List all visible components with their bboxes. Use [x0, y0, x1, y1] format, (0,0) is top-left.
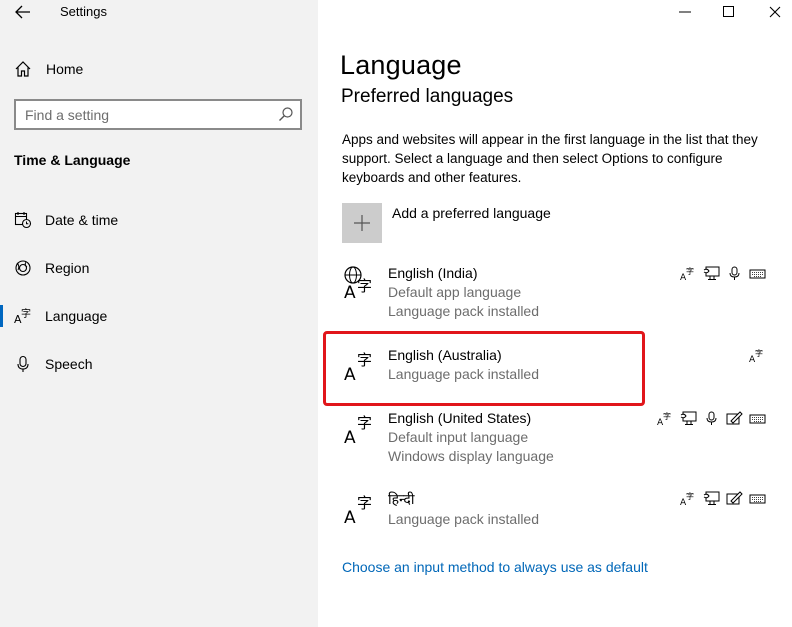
- svg-text:A: A: [344, 508, 356, 526]
- language-item-english-united-states[interactable]: A 字 English (United States) Default inpu…: [342, 410, 782, 466]
- add-language-button[interactable]: Add a preferred language: [342, 203, 702, 243]
- svg-text:字: 字: [21, 307, 31, 320]
- handwriting-icon: [726, 410, 743, 424]
- input-method-link[interactable]: Choose an input method to always use as …: [342, 559, 648, 575]
- minimize-icon: [679, 11, 691, 13]
- sidebar-item-date-time[interactable]: Date & time: [0, 200, 318, 240]
- svg-text:A: A: [344, 365, 356, 383]
- language-detail: Windows display language: [388, 448, 554, 464]
- display-language-icon: A字: [680, 266, 694, 281]
- language-icon: A字: [14, 307, 31, 325]
- svg-text:字: 字: [663, 411, 671, 421]
- search-box: [14, 99, 302, 130]
- svg-text:字: 字: [686, 491, 694, 501]
- description-text: Apps and websites will appear in the fir…: [342, 132, 758, 185]
- svg-text:字: 字: [755, 348, 763, 358]
- text-to-speech-icon: [703, 266, 720, 280]
- add-language-label: Add a preferred language: [392, 205, 551, 221]
- sidebar-item-label: Home: [46, 61, 84, 77]
- feature-icons: A字: [680, 265, 766, 281]
- sidebar-item-label: Date & time: [45, 212, 119, 228]
- app-title: Settings: [60, 4, 107, 19]
- plus-icon: [342, 203, 382, 243]
- language-name: English (United States): [388, 410, 532, 426]
- sidebar-item-label: Region: [45, 260, 90, 276]
- back-arrow-icon[interactable]: [8, 0, 38, 24]
- page-title: Language: [340, 50, 462, 80]
- keyboard-icon: [749, 414, 766, 423]
- svg-text:A: A: [344, 428, 356, 446]
- language-glyph-icon: A 字: [344, 494, 372, 526]
- language-name: English (Australia): [388, 347, 502, 363]
- svg-text:字: 字: [686, 266, 694, 276]
- home-icon: [15, 61, 31, 77]
- keyboard-icon: [749, 269, 766, 278]
- feature-icons: A字: [657, 410, 766, 426]
- feature-icons: A字: [749, 347, 766, 363]
- handwriting-icon: [726, 490, 743, 504]
- maximize-button[interactable]: [706, 0, 752, 24]
- sidebar-item-label: Language: [45, 308, 108, 324]
- close-button[interactable]: [752, 0, 792, 24]
- sidebar-item-speech[interactable]: Speech: [0, 344, 318, 384]
- search-input[interactable]: [16, 101, 271, 128]
- microphone-icon: [17, 355, 29, 372]
- calendar-clock-icon: [14, 212, 32, 229]
- speech-recognition-icon: [706, 411, 717, 425]
- text-to-speech-icon: [680, 411, 697, 425]
- svg-text:字: 字: [357, 494, 372, 512]
- language-detail: Language pack installed: [388, 303, 540, 319]
- globe-region-icon: [15, 260, 31, 276]
- speech-recognition-icon: [729, 266, 740, 280]
- svg-text:字: 字: [357, 414, 372, 432]
- language-detail: Language pack installed: [388, 366, 540, 382]
- feature-icons: A字: [680, 490, 766, 506]
- svg-text:字: 字: [357, 351, 372, 369]
- language-item-hindi[interactable]: A 字 हिन्दी Language pack installed A字: [342, 490, 782, 530]
- language-detail: Default input language: [388, 429, 529, 445]
- display-language-globe-icon: A 字: [344, 266, 372, 301]
- display-language-icon: A字: [680, 491, 694, 506]
- sidebar-item-language[interactable]: A字 Language: [0, 296, 318, 336]
- text-to-speech-icon: [703, 491, 720, 505]
- language-detail: Language pack installed: [388, 511, 540, 527]
- keyboard-icon: [749, 494, 766, 503]
- language-name: हिन्दी: [388, 491, 415, 507]
- svg-text:A: A: [344, 283, 356, 301]
- sidebar-item-region[interactable]: Region: [0, 248, 318, 288]
- display-language-icon: A字: [749, 348, 763, 363]
- section-subtitle: Preferred languages: [341, 86, 514, 107]
- language-item-english-india[interactable]: A 字 English (India) Default app language…: [342, 265, 782, 321]
- language-item-english-australia[interactable]: A 字 English (Australia) Language pack in…: [342, 347, 782, 387]
- svg-text:字: 字: [357, 277, 372, 295]
- language-glyph-icon: A 字: [344, 414, 372, 446]
- search-icon[interactable]: [278, 106, 294, 122]
- minimize-button[interactable]: [662, 0, 708, 24]
- language-detail: Default app language: [388, 284, 522, 300]
- maximize-icon: [723, 6, 734, 17]
- sidebar-item-label: Speech: [45, 356, 93, 372]
- close-icon: [769, 6, 781, 18]
- display-language-icon: A字: [657, 411, 671, 426]
- sidebar-item-home[interactable]: Home: [0, 55, 318, 83]
- sidebar: Settings Home Time & Language Date & tim…: [0, 0, 318, 627]
- language-name: English (India): [388, 265, 478, 281]
- section-title: Time & Language: [14, 152, 131, 168]
- language-glyph-icon: A 字: [344, 351, 372, 383]
